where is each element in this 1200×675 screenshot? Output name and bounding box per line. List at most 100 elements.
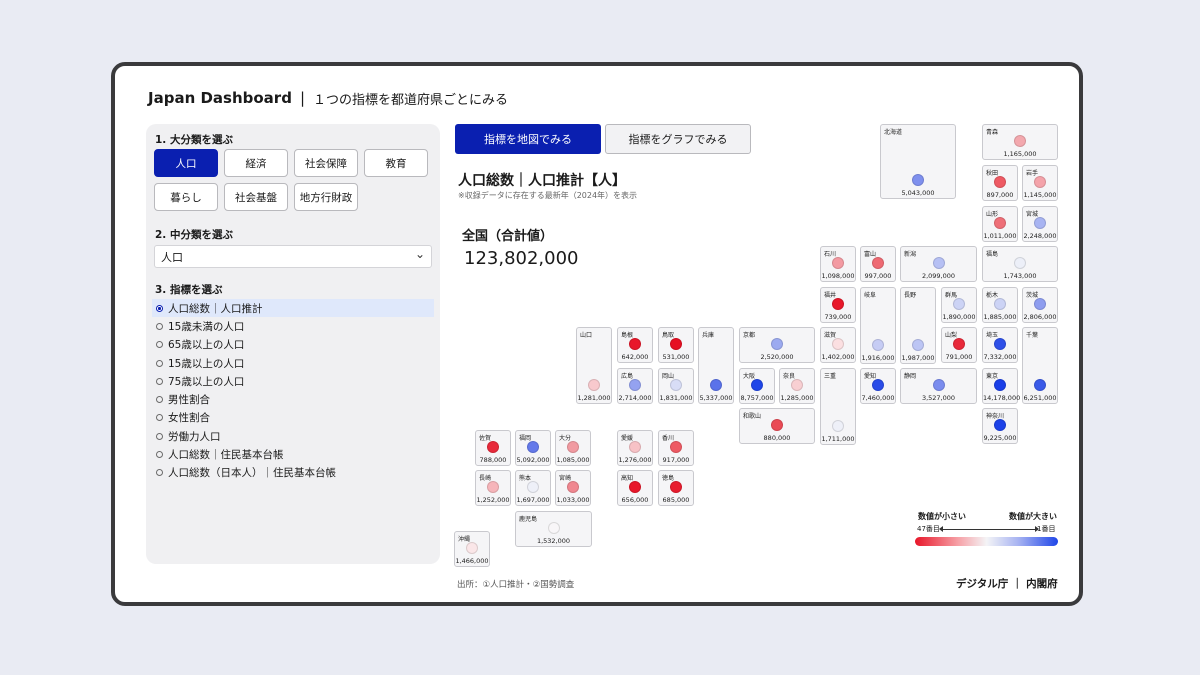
indicator-option[interactable]: 人口総数｜人口推計 <box>152 299 434 318</box>
radio-icon <box>156 359 163 367</box>
prefecture-tile[interactable]: 大分 1,085,000 <box>555 430 591 466</box>
prefecture-tile[interactable]: 奈良 1,285,000 <box>779 368 815 404</box>
category-button-social-security[interactable]: 社会保障 <box>294 149 358 177</box>
indicator-option[interactable]: 女性割合 <box>152 409 434 427</box>
prefecture-name: 大分 <box>559 435 572 442</box>
prefecture-value-dot <box>670 481 682 493</box>
prefecture-tile[interactable]: 鹿児島 1,532,000 <box>515 511 592 547</box>
prefecture-tile[interactable]: 鳥取 531,000 <box>658 327 694 363</box>
prefecture-tile[interactable]: 宮崎 1,033,000 <box>555 470 591 506</box>
prefecture-value: 1,281,000 <box>577 394 611 402</box>
prefecture-value: 8,757,000 <box>740 394 774 402</box>
prefecture-tile[interactable]: 滋賀 1,402,000 <box>820 327 856 363</box>
prefecture-tile[interactable]: 岡山 1,831,000 <box>658 368 694 404</box>
prefecture-tile[interactable]: 栃木 1,885,000 <box>982 287 1018 323</box>
prefecture-name: 鳥取 <box>662 332 675 339</box>
organization-credit: デジタル庁 ｜ 内閣府 <box>956 578 1058 590</box>
prefecture-tile[interactable]: 東京 14,178,000 <box>982 368 1020 404</box>
tab-map-view[interactable]: 指標を地図でみる <box>455 124 601 154</box>
indicator-option[interactable]: 15歳未満の人口 <box>152 317 434 335</box>
prefecture-tile[interactable]: 埼玉 7,332,000 <box>982 327 1018 363</box>
indicator-option[interactable]: 人口総数｜住民基本台帳 <box>152 445 434 463</box>
prefecture-tile[interactable]: 北海道 5,043,000 <box>880 124 956 199</box>
indicator-option[interactable]: 75歳以上の人口 <box>152 372 434 390</box>
prefecture-value-dot <box>771 338 783 350</box>
subcategory-select[interactable]: 人口 ⌄ <box>154 245 432 268</box>
indicator-option[interactable]: 15歳以上の人口 <box>152 354 434 372</box>
prefecture-tile[interactable]: 山梨 791,000 <box>941 327 977 363</box>
prefecture-tile[interactable]: 福井 739,000 <box>820 287 856 323</box>
prefecture-tile[interactable]: 京都 2,520,000 <box>739 327 815 363</box>
prefecture-tile[interactable]: 長野 1,987,000 <box>900 287 936 364</box>
prefecture-value-dot <box>629 338 641 350</box>
prefecture-tile[interactable]: 山口 1,281,000 <box>576 327 612 404</box>
prefecture-tile[interactable]: 岩手 1,145,000 <box>1022 165 1058 201</box>
prefecture-tile[interactable]: 沖縄 1,466,000 <box>454 531 490 567</box>
prefecture-tile[interactable]: 佐賀 788,000 <box>475 430 511 466</box>
prefecture-tile[interactable]: 三重 1,711,000 <box>820 368 856 445</box>
prefecture-value: 880,000 <box>763 434 791 442</box>
prefecture-tile[interactable]: 千葉 6,251,000 <box>1022 327 1058 404</box>
prefecture-tile[interactable]: 新潟 2,099,000 <box>900 246 977 282</box>
prefecture-tile[interactable]: 秋田 897,000 <box>982 165 1018 201</box>
prefecture-tile[interactable]: 石川 1,098,000 <box>820 246 856 282</box>
prefecture-tile[interactable]: 兵庫 5,337,000 <box>698 327 734 404</box>
prefecture-tile[interactable]: 愛知 7,460,000 <box>860 368 896 404</box>
indicator-option[interactable]: 人口総数（日本人）｜住民基本台帳 <box>152 464 434 482</box>
category-button-living[interactable]: 暮らし <box>154 183 218 211</box>
category-button-economy[interactable]: 経済 <box>224 149 288 177</box>
prefecture-tile[interactable]: 岐阜 1,916,000 <box>860 287 896 364</box>
prefecture-tile[interactable]: 長崎 1,252,000 <box>475 470 511 506</box>
indicator-option[interactable]: 労働力人口 <box>152 427 434 445</box>
prefecture-tile[interactable]: 大阪 8,757,000 <box>739 368 775 404</box>
prefecture-value-dot <box>953 338 965 350</box>
prefecture-name: 長崎 <box>479 475 492 482</box>
prefecture-tile[interactable]: 茨城 2,806,000 <box>1022 287 1058 323</box>
prefecture-value: 5,092,000 <box>516 456 550 464</box>
prefecture-tile[interactable]: 福岡 5,092,000 <box>515 430 551 466</box>
prefecture-name: 鹿児島 <box>519 516 538 523</box>
prefecture-value-dot <box>527 441 539 453</box>
category-button-local-finance[interactable]: 地方行財政 <box>294 183 358 211</box>
prefecture-value: 1,466,000 <box>455 557 489 565</box>
prefecture-tile[interactable]: 島根 642,000 <box>617 327 653 363</box>
prefecture-tile[interactable]: 宮城 2,248,000 <box>1022 206 1058 242</box>
prefecture-value: 1,890,000 <box>942 313 976 321</box>
prefecture-tile[interactable]: 高知 656,000 <box>617 470 653 506</box>
prefecture-tile[interactable]: 徳島 685,000 <box>658 470 694 506</box>
prefecture-tile[interactable]: 神奈川 9,225,000 <box>982 408 1018 444</box>
prefecture-value: 1,011,000 <box>983 232 1017 240</box>
prefecture-value-dot <box>710 379 722 391</box>
category-button-education[interactable]: 教育 <box>364 149 428 177</box>
category-button-population[interactable]: 人口 <box>154 149 218 177</box>
data-source: 出所：①人口推計・②国勢調査 <box>457 580 575 590</box>
prefecture-name: 福井 <box>824 292 837 299</box>
prefecture-tile[interactable]: 富山 997,000 <box>860 246 896 282</box>
category-button-infrastructure[interactable]: 社会基盤 <box>224 183 288 211</box>
title-separator: | <box>299 89 306 107</box>
prefecture-name: 広島 <box>621 373 634 380</box>
prefecture-tile[interactable]: 香川 917,000 <box>658 430 694 466</box>
prefecture-value: 531,000 <box>662 353 690 361</box>
prefecture-name: 千葉 <box>1026 332 1039 339</box>
prefecture-tile[interactable]: 福島 1,743,000 <box>982 246 1058 282</box>
prefecture-tile[interactable]: 愛媛 1,276,000 <box>617 430 653 466</box>
indicator-option[interactable]: 65歳以上の人口 <box>152 336 434 354</box>
indicator-option[interactable]: 男性割合 <box>152 390 434 408</box>
prefecture-name: 京都 <box>743 332 756 339</box>
prefecture-tile[interactable]: 広島 2,714,000 <box>617 368 653 404</box>
prefecture-tile[interactable]: 静岡 3,527,000 <box>900 368 977 404</box>
prefecture-tile[interactable]: 群馬 1,890,000 <box>941 287 977 323</box>
prefecture-value-dot <box>567 481 579 493</box>
tab-graph-view[interactable]: 指標をグラフでみる <box>605 124 751 154</box>
prefecture-tile[interactable]: 熊本 1,697,000 <box>515 470 551 506</box>
prefecture-name: 沖縄 <box>458 536 471 543</box>
prefecture-tile[interactable]: 和歌山 880,000 <box>739 408 815 444</box>
prefecture-value-dot <box>1014 257 1026 269</box>
radio-icon <box>156 432 163 440</box>
prefecture-value-dot <box>751 379 763 391</box>
prefecture-tile[interactable]: 山形 1,011,000 <box>982 206 1018 242</box>
prefecture-tile[interactable]: 青森 1,165,000 <box>982 124 1058 160</box>
prefecture-name: 岐阜 <box>864 292 877 299</box>
subcategory-value: 人口 <box>161 250 183 264</box>
